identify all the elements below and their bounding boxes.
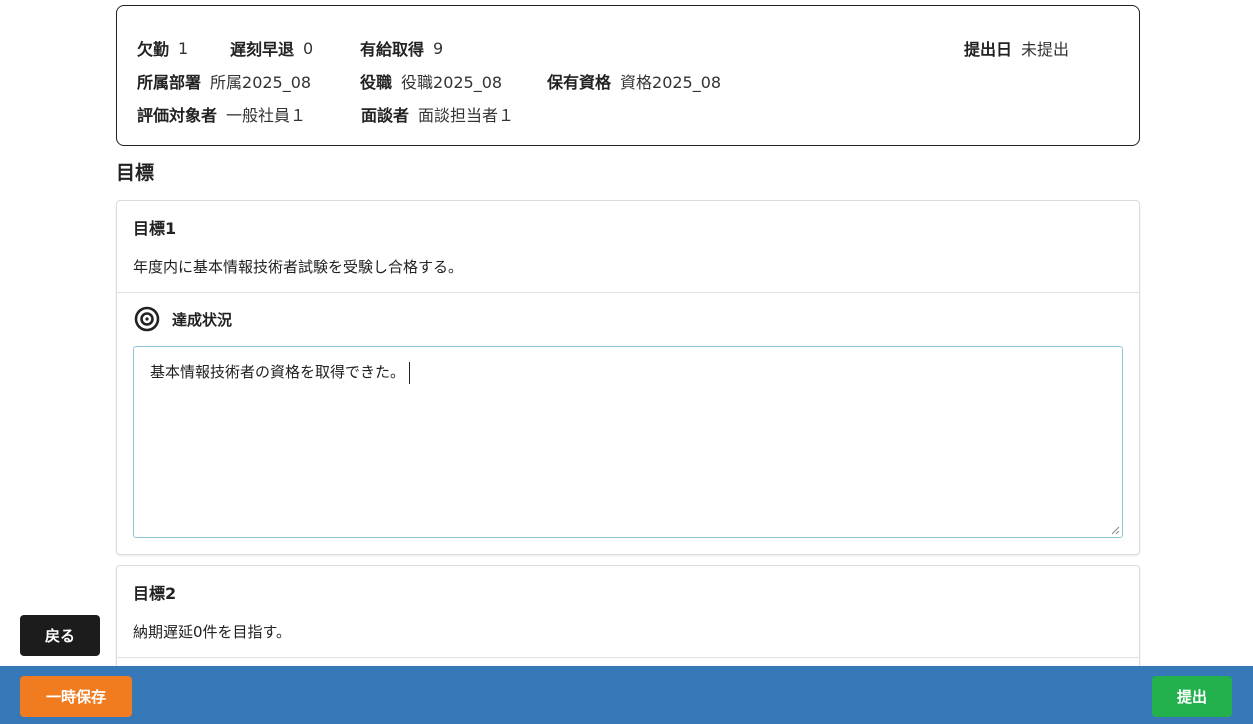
employee-info-box: 欠勤 1 遅刻早退 0 有給取得 9 提出日 未提出 所属部署 所属2025_0… [116,5,1140,146]
evaluee-label: 評価対象者 [137,106,218,125]
qualification-label: 保有資格 [547,73,612,92]
back-button[interactable]: 戻る [20,615,100,656]
paid-leave-field: 有給取得 9 [360,36,443,60]
interviewer-field: 面談者 面談担当者１ [361,102,514,126]
goal-divider [117,657,1139,658]
temporary-save-button[interactable]: 一時保存 [20,676,132,717]
late-value: 0 [303,38,314,58]
paid-leave-label: 有給取得 [360,40,425,59]
goal-title: 目標2 [133,584,177,603]
late-field: 遅刻早退 0 [230,36,313,60]
absence-field: 欠勤 1 [137,36,188,60]
qualification-value: 資格2025_08 [620,73,722,92]
interviewer-label: 面談者 [361,106,410,125]
goal-title: 目標1 [133,219,177,238]
department-label: 所属部署 [137,73,202,92]
goal-divider [117,292,1139,293]
submit-button[interactable]: 提出 [1152,676,1232,717]
submit-date-label: 提出日 [964,40,1013,59]
absence-label: 欠勤 [137,40,170,59]
evaluee-value: 一般社員１ [226,106,307,125]
absence-value: 1 [178,38,189,58]
position-label: 役職 [360,73,393,92]
goals-section-title: 目標 [116,162,155,184]
late-label: 遅刻早退 [230,40,295,59]
evaluation-page: 欠勤 1 遅刻早退 0 有給取得 9 提出日 未提出 所属部署 所属2025_0… [0,0,1253,724]
submit-date-field: 提出日 未提出 [964,36,1069,60]
submit-date-value: 未提出 [1021,40,1070,59]
achievement-status-textarea[interactable]: 基本情報技術者の資格を取得できた。 [133,346,1123,538]
interviewer-value: 面談担当者１ [418,106,515,125]
achievement-status-label: 達成状況 [172,310,233,329]
position-value: 役職2025_08 [401,73,503,92]
achievement-status-header: 達成状況 [134,306,232,332]
footer-action-bar: 一時保存 提出 [0,666,1253,724]
text-caret [409,361,411,384]
position-field: 役職 役職2025_08 [360,69,502,93]
achievement-status-text-wrap: 基本情報技術者の資格を取得できた。 [150,361,411,384]
goal-card-1: 目標1 年度内に基本情報技術者試験を受験し合格する。 達成状況 基本情報技術者の… [116,200,1140,555]
evaluee-field: 評価対象者 一般社員１ [137,102,306,126]
qualification-field: 保有資格 資格2025_08 [547,69,721,93]
department-field: 所属部署 所属2025_08 [137,69,311,93]
achievement-status-text: 基本情報技術者の資格を取得できた。 [150,363,406,381]
department-value: 所属2025_08 [210,73,312,92]
target-icon [134,306,160,332]
goal-description: 納期遅延0件を目指す。 [133,623,292,641]
resize-grip-icon[interactable] [1111,526,1120,535]
paid-leave-value: 9 [433,38,444,58]
goal-description: 年度内に基本情報技術者試験を受験し合格する。 [133,258,464,276]
